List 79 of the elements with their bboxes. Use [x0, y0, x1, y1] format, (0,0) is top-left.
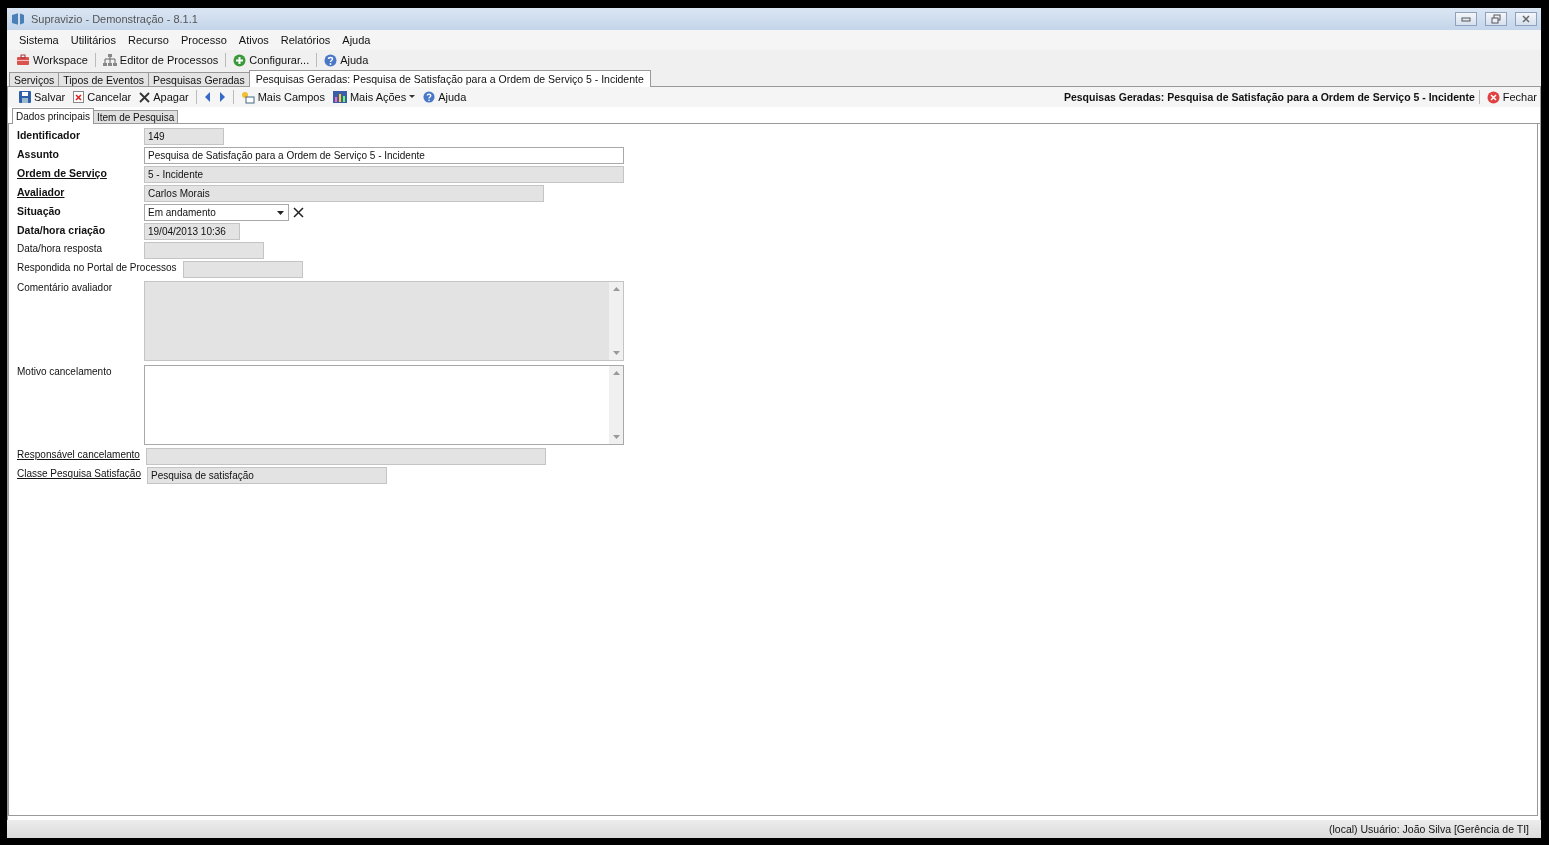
field-label: Data/hora criação: [17, 223, 107, 236]
toolbar-button[interactable]: Mais Campos: [237, 89, 328, 105]
previous-icon: [203, 92, 211, 102]
caret-icon: [409, 95, 416, 99]
scroll-down-icon[interactable]: [612, 351, 620, 355]
chart-icon: [332, 91, 347, 103]
toolbar-button[interactable]: Ajuda: [321, 52, 372, 68]
menu-item[interactable]: Ajuda: [336, 34, 377, 46]
field-link[interactable]: Ordem de Serviço: [17, 166, 144, 179]
clear-icon[interactable]: [293, 207, 304, 218]
menu-item[interactable]: Ativos: [232, 34, 275, 46]
delete-icon: [139, 91, 151, 103]
text-field[interactable]: [182, 261, 303, 278]
menu-item[interactable]: Utilitários: [64, 34, 122, 46]
cancel-document-icon: [73, 91, 85, 103]
toolbar-button[interactable]: Mais Ações: [329, 90, 419, 104]
status-text: (local) Usuário: João Silva [Gerência de TI]: [1329, 823, 1529, 835]
minimize-icon: [1461, 16, 1471, 22]
close-button[interactable]: [1515, 12, 1537, 26]
field-label: Comentário avaliador: [17, 281, 114, 293]
minimize-button[interactable]: [1455, 12, 1477, 26]
close-icon: [1521, 14, 1531, 24]
document-tab[interactable]: Pesquisas Geradas: [148, 72, 250, 86]
toolbar-button[interactable]: Configurar...: [230, 52, 313, 68]
help-icon: [324, 53, 338, 67]
toolbar-button[interactable]: Workspace: [13, 53, 91, 67]
menu-item[interactable]: Relatórios: [274, 34, 337, 46]
help-icon: [423, 91, 436, 103]
toolbar-button[interactable]: Ajuda: [420, 90, 470, 104]
next-icon: [218, 92, 226, 102]
text-field[interactable]: Pesquisa de Satisfação para a Ordem de Serviço 5 - Incidente: [144, 147, 624, 164]
dropdown-arrow-icon: [277, 210, 284, 215]
plus-icon: [233, 53, 247, 67]
text-field[interactable]: 149: [144, 128, 224, 145]
add-field-icon: [240, 90, 255, 104]
menu-item[interactable]: Processo: [174, 34, 233, 46]
field-link[interactable]: Avaliador: [17, 185, 144, 198]
text-field[interactable]: [145, 448, 546, 465]
field-label: Situação: [17, 204, 62, 217]
toolbar-button[interactable]: Salvar: [16, 90, 69, 104]
document-tab[interactable]: Serviços: [9, 72, 60, 86]
close-document-button[interactable]: Fechar: [1483, 89, 1540, 105]
text-field[interactable]: [144, 242, 264, 259]
restore-button[interactable]: [1485, 12, 1507, 26]
field-label: Respondida no Portal de Processos: [17, 261, 178, 273]
scroll-up-icon[interactable]: [612, 287, 620, 291]
scrollbar[interactable]: [609, 366, 623, 444]
menu-item[interactable]: Recurso: [122, 34, 175, 46]
scroll-down-icon[interactable]: [612, 435, 620, 439]
restore-icon: [1491, 14, 1501, 24]
field-label: Identificador: [17, 128, 81, 141]
field-label: Motivo cancelamento: [17, 365, 113, 377]
toolbox-icon: [16, 54, 30, 66]
form-tab[interactable]: Dados principais: [12, 108, 94, 124]
document-title: Pesquisas Geradas: Pesquisa de Satisfação para a Ordem de Serviço 5 - Incidente: [1063, 91, 1475, 103]
dropdown[interactable]: Em andamento: [144, 204, 289, 221]
text-field[interactable]: 19/04/2013 10:36: [144, 223, 240, 240]
text-area[interactable]: [144, 281, 624, 361]
document-tab[interactable]: Tipos de Eventos: [58, 72, 149, 86]
field-label: Data/hora resposta: [17, 242, 104, 254]
toolbar-button[interactable]: Cancelar: [70, 90, 135, 104]
toolbar-button[interactable]: Editor de Processos: [99, 53, 222, 67]
app-logo-icon: [11, 12, 25, 26]
text-area[interactable]: [144, 365, 624, 445]
field-link[interactable]: Classe Pesquisa Satisfação: [17, 467, 147, 479]
form-tab[interactable]: Item de Pesquisa: [92, 110, 179, 123]
scroll-up-icon[interactable]: [612, 371, 620, 375]
text-field[interactable]: Carlos Morais: [144, 185, 544, 202]
close-icon: [1486, 90, 1500, 104]
text-field[interactable]: Pesquisa de satisfação: [146, 467, 387, 484]
hierarchy-icon: [102, 54, 117, 66]
document-tab[interactable]: Pesquisas Geradas: Pesquisa de Satisfação para a Ordem de Serviço 5 - Incidente: [248, 70, 651, 87]
text-field[interactable]: 5 - Incidente: [144, 166, 624, 183]
scrollbar[interactable]: [609, 282, 623, 360]
toolbar-button[interactable]: Apagar: [136, 90, 192, 104]
field-link[interactable]: Responsável cancelamento: [17, 448, 146, 460]
window-title: Supravizio - Demonstração - 8.1.1: [31, 13, 198, 25]
menu-item[interactable]: Sistema: [13, 34, 65, 46]
field-label: Assunto: [17, 147, 60, 160]
